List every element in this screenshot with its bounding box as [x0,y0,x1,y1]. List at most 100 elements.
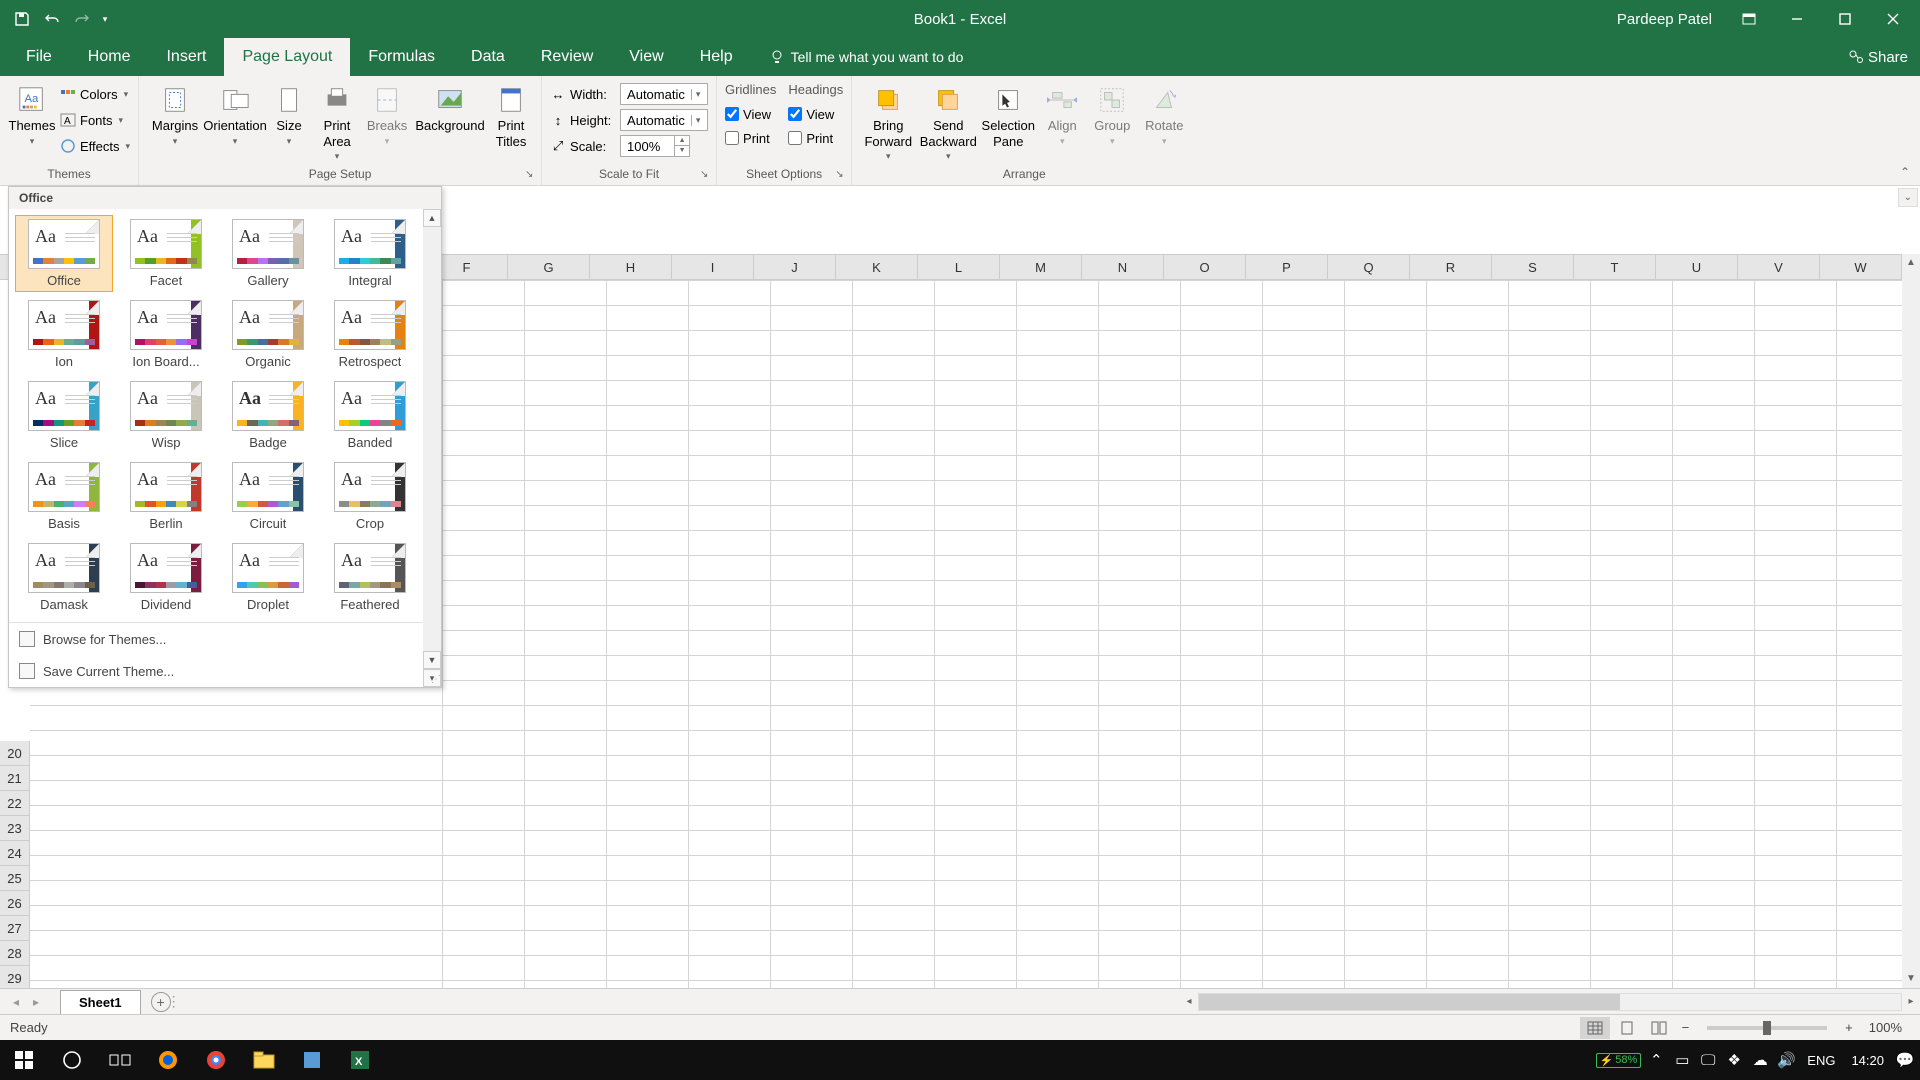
fonts-button[interactable]: AFonts▾ [60,108,130,132]
tab-home[interactable]: Home [70,38,149,76]
minimize-icon[interactable] [1774,0,1820,38]
tray-display-icon[interactable]: 🖵 [1697,1052,1719,1069]
hscroll-thumb[interactable] [1199,994,1620,1010]
column-header[interactable]: N [1082,255,1164,279]
battery-badge[interactable]: ⚡58% [1596,1053,1642,1068]
column-header[interactable]: H [590,255,672,279]
cortana-icon[interactable] [48,1040,96,1080]
taskbar-chrome-icon[interactable] [192,1040,240,1080]
size-button[interactable]: Size▾ [267,80,311,147]
taskbar-app-icon[interactable] [288,1040,336,1080]
row-header[interactable]: 25 [0,866,29,891]
tray-touchpad-icon[interactable]: ▭ [1671,1051,1693,1069]
zoom-in-button[interactable]: + [1839,1020,1859,1035]
zoom-out-button[interactable]: − [1676,1020,1696,1035]
sheet-nav-prev-icon[interactable]: ◂ [8,995,24,1009]
sheet-nav-next-icon[interactable]: ▸ [28,995,44,1009]
column-header[interactable]: J [754,255,836,279]
tab-insert[interactable]: Insert [148,38,224,76]
row-header[interactable]: 28 [0,941,29,966]
user-name[interactable]: Pardeep Patel [1605,11,1724,28]
horizontal-scrollbar[interactable]: ◂ ▸ [1180,993,1920,1011]
tab-review[interactable]: Review [523,38,611,76]
zoom-thumb[interactable] [1763,1021,1771,1035]
theme-item-damask[interactable]: AaDamask [15,539,113,616]
qat-customize-icon[interactable]: ▾ [98,5,112,33]
row-header[interactable]: 27 [0,916,29,941]
send-backward-button[interactable]: Send Backward▾ [920,80,976,162]
themes-scroll-down-icon[interactable]: ▼ [423,651,441,669]
margins-button[interactable]: Margins▾ [147,80,203,147]
theme-item-ion[interactable]: AaIon [15,296,113,373]
theme-item-berlin[interactable]: AaBerlin [117,458,215,535]
save-theme-item[interactable]: Save Current Theme... [9,655,441,687]
row-header[interactable]: 21 [0,766,29,791]
taskbar-firefox-icon[interactable] [144,1040,192,1080]
taskbar-excel-icon[interactable]: X [336,1040,384,1080]
tab-formulas[interactable]: Formulas [350,38,453,76]
column-header[interactable]: V [1738,255,1820,279]
tab-data[interactable]: Data [453,38,523,76]
zoom-value[interactable]: 100% [1861,1020,1910,1035]
start-button[interactable] [0,1040,48,1080]
gridlines-print-checkbox[interactable]: Print [725,127,776,149]
column-header[interactable]: S [1492,255,1574,279]
column-header[interactable]: I [672,255,754,279]
task-view-icon[interactable] [96,1040,144,1080]
page-setup-launcher[interactable] [525,169,537,181]
print-titles-button[interactable]: Print Titles [489,80,533,149]
theme-item-office[interactable]: AaOffice [15,215,113,292]
gridlines-view-checkbox[interactable]: View [725,103,776,125]
row-header[interactable]: 20 [0,741,29,766]
tray-clock[interactable]: 14:20 [1845,1053,1890,1068]
rotate-button[interactable]: Rotate▾ [1140,80,1188,147]
scroll-down-icon[interactable]: ▼ [1902,970,1920,988]
share-button[interactable]: Share [1848,38,1908,76]
theme-item-banded[interactable]: AaBanded [321,377,419,454]
group-button[interactable]: Group▾ [1088,80,1136,147]
tab-help[interactable]: Help [682,38,751,76]
sheet-options-launcher[interactable] [835,169,847,181]
row-header[interactable]: 22 [0,791,29,816]
background-button[interactable]: Background [415,80,485,134]
save-icon[interactable] [8,5,36,33]
theme-item-wisp[interactable]: AaWisp [117,377,215,454]
theme-item-retrospect[interactable]: AaRetrospect [321,296,419,373]
themes-scrollbar[interactable]: ▲ ▼ ▾ [423,209,441,687]
theme-item-circuit[interactable]: AaCircuit [219,458,317,535]
hscroll-right-icon[interactable]: ▸ [1902,996,1920,1007]
column-header[interactable]: K [836,255,918,279]
panel-resize-grip-icon[interactable]: ⋰ [431,674,439,685]
column-header[interactable]: G [508,255,590,279]
effects-button[interactable]: Effects▾ [60,134,130,158]
theme-item-gallery[interactable]: AaGallery [219,215,317,292]
headings-print-checkbox[interactable]: Print [788,127,843,149]
orientation-button[interactable]: Orientation▾ [207,80,263,147]
row-header[interactable]: 24 [0,841,29,866]
collapse-ribbon-icon[interactable]: ⌃ [1900,165,1910,179]
scroll-up-icon[interactable]: ▲ [1902,254,1920,272]
selection-pane-button[interactable]: Selection Pane [980,80,1036,149]
scale-launcher[interactable] [700,169,712,181]
theme-item-droplet[interactable]: AaDroplet [219,539,317,616]
themes-button[interactable]: Aa Themes ▾ [8,80,56,147]
align-button[interactable]: Align▾ [1040,80,1084,147]
tab-split-handle[interactable]: ⋮ [171,989,177,1015]
formula-bar-expand-icon[interactable]: ⌄ [1898,188,1918,207]
theme-item-basis[interactable]: AaBasis [15,458,113,535]
theme-item-crop[interactable]: AaCrop [321,458,419,535]
column-header[interactable]: U [1656,255,1738,279]
width-combo[interactable]: Automatic▾ [620,83,708,105]
height-combo[interactable]: Automatic▾ [620,109,708,131]
theme-item-dividend[interactable]: AaDividend [117,539,215,616]
hscroll-left-icon[interactable]: ◂ [1180,996,1198,1007]
taskbar-explorer-icon[interactable] [240,1040,288,1080]
theme-item-organic[interactable]: AaOrganic [219,296,317,373]
view-page-layout-icon[interactable] [1612,1017,1642,1039]
browse-themes-item[interactable]: Browse for Themes... [9,623,441,655]
tab-file[interactable]: File [8,38,70,76]
theme-item-facet[interactable]: AaFacet [117,215,215,292]
scale-spinner[interactable]: 100%▲▼ [620,135,690,157]
zoom-slider[interactable] [1707,1026,1827,1030]
breaks-button[interactable]: Breaks▾ [363,80,411,147]
